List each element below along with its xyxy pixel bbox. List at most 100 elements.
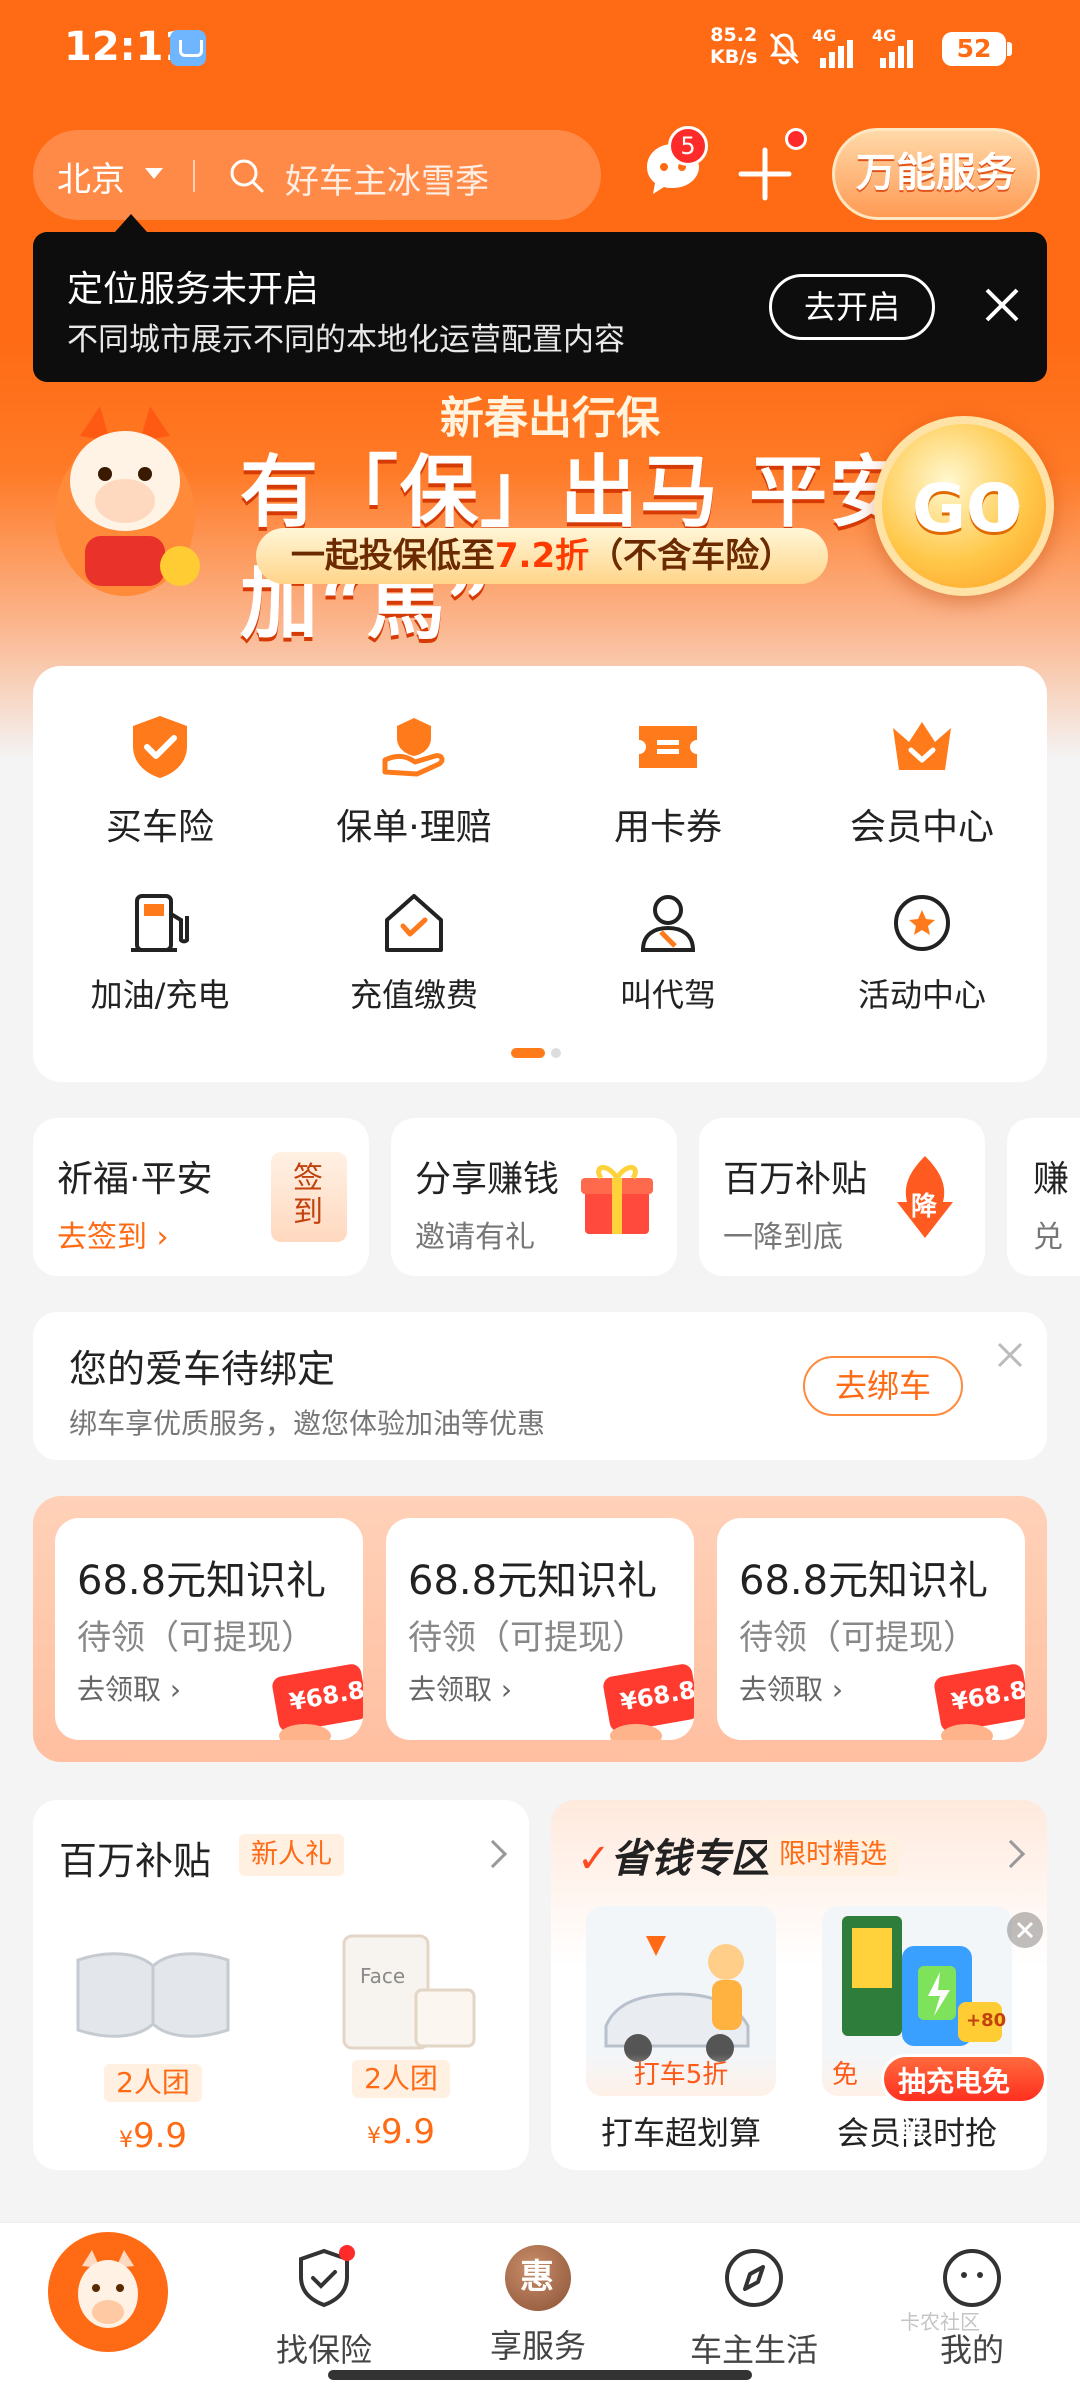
promo-highlight: 7.2折 bbox=[494, 536, 590, 576]
promo-banner[interactable]: 新春出行保 有「保」出马 平安加“馬” 一起投保低至7.2折（不含车险） GO bbox=[0, 382, 1080, 650]
message-button[interactable]: 5 bbox=[638, 126, 708, 204]
bind-car-card: 您的爱车待绑定 绑车享优质服务，邀您体验加油等优惠 去绑车 bbox=[33, 1312, 1047, 1460]
quick-card-subsidy[interactable]: 百万补贴 一降到底 降 bbox=[699, 1118, 985, 1276]
service-designated-driver[interactable]: 叫代驾 bbox=[541, 888, 795, 1016]
service-buy-insurance[interactable]: 买车险 bbox=[33, 712, 287, 850]
tab-label: 享服务 bbox=[489, 2327, 586, 2365]
signal-2-icon: 4G bbox=[872, 26, 920, 68]
play-arrow-icon bbox=[998, 488, 1020, 524]
quick-card-subtitle: 邀请有礼 bbox=[415, 1220, 535, 1255]
reward-card[interactable]: 68.8元知识礼 待领（可提现） 去领取 › ¥68.8 bbox=[55, 1518, 363, 1740]
product-price: ¥9.9 bbox=[366, 2112, 436, 2152]
service-label: 保单·理赔 bbox=[336, 807, 492, 848]
service-policy-claim[interactable]: 保单·理赔 bbox=[287, 712, 541, 850]
universal-service-button[interactable]: 万能服务 bbox=[832, 128, 1040, 220]
red-ticket-icon: ¥68.8 bbox=[927, 1652, 1025, 1740]
mute-bell-icon bbox=[769, 32, 800, 65]
promo-suffix: （不含车险） bbox=[589, 536, 794, 576]
plus-icon bbox=[738, 147, 792, 201]
red-ticket-icon: ¥68.8 bbox=[596, 1652, 694, 1740]
add-button[interactable] bbox=[737, 128, 807, 202]
tab-services[interactable]: 惠 享服务 bbox=[458, 2245, 618, 2367]
tissue-box-image: Face bbox=[316, 1930, 486, 2054]
service-label: 活动中心 bbox=[857, 976, 986, 1014]
bind-car-subtitle: 绑车享优质服务，邀您体验加油等优惠 bbox=[69, 1407, 546, 1440]
shield-check-icon bbox=[299, 2245, 355, 2308]
service-activity-center[interactable]: 活动中心 bbox=[795, 888, 1049, 1016]
bind-car-title: 您的爱车待绑定 bbox=[69, 1347, 336, 1391]
reward-title: 68.8元知识礼 bbox=[739, 1558, 989, 1604]
service-label: 买车险 bbox=[105, 807, 214, 848]
go-button[interactable]: GO bbox=[874, 416, 1054, 596]
quick-card-partial[interactable]: 赚 兑 bbox=[1007, 1118, 1080, 1276]
toast-title: 定位服务未开启 bbox=[67, 269, 320, 310]
sign-in-icon: 签到 bbox=[271, 1152, 347, 1242]
subsidy-card[interactable]: 百万补贴 新人礼 2人团 ¥9.9 Face 2人团 ¥9.9 bbox=[33, 1800, 529, 2170]
reward-card[interactable]: 68.8元知识礼 待领（可提现） 去领取 › ¥68.8 bbox=[717, 1518, 1025, 1740]
service-membership[interactable]: 会员中心 bbox=[795, 712, 1049, 850]
city-selector[interactable]: 北京 bbox=[57, 152, 125, 201]
search-bar[interactable]: 北京 好车主冰雪季 bbox=[33, 130, 601, 220]
savings-zone-card[interactable]: ✓省钱专区 限时精选 打车5折 打车超划算 +80 免 抽充电免单 bbox=[551, 1800, 1047, 2170]
notification-dot bbox=[785, 128, 807, 150]
sunshade-image bbox=[76, 1952, 230, 2038]
product-item[interactable]: Face 2人团 ¥9.9 bbox=[311, 1930, 491, 2152]
house-payment-icon bbox=[385, 894, 443, 952]
fuel-pump-icon bbox=[131, 894, 189, 952]
charge-free-sticker[interactable]: 抽充电免单 bbox=[881, 2054, 1047, 2148]
watermark: 卡农社区 bbox=[900, 2310, 980, 2334]
chevron-right-icon[interactable] bbox=[996, 1839, 1026, 1869]
crown-icon bbox=[893, 722, 951, 770]
horse-logo-icon bbox=[78, 2250, 138, 2328]
promo-prefix: 一起投保低至 bbox=[290, 536, 495, 576]
home-tab-button[interactable] bbox=[48, 2232, 168, 2352]
signal-1-icon: 4G bbox=[812, 26, 860, 68]
star-circle-icon bbox=[894, 895, 950, 951]
product-tag: 2人团 bbox=[352, 2060, 450, 2098]
enable-location-button[interactable]: 去开启 bbox=[769, 274, 935, 340]
bind-car-button[interactable]: 去绑车 bbox=[803, 1356, 963, 1416]
page-indicator bbox=[511, 1048, 561, 1058]
quick-card-title: 祈福·平安 bbox=[57, 1159, 213, 1200]
shopping-bag-icon bbox=[170, 30, 206, 66]
quick-card-subtitle: 一降到底 bbox=[723, 1220, 843, 1255]
quick-card-title: 百万补贴 bbox=[723, 1159, 868, 1200]
reward-title: 68.8元知识礼 bbox=[408, 1558, 658, 1604]
service-recharge-pay[interactable]: 充值缴费 bbox=[287, 888, 541, 1016]
service-label: 用卡券 bbox=[613, 807, 722, 848]
service-label: 充值缴费 bbox=[349, 976, 478, 1014]
savings-tag: 限时精选 bbox=[767, 1834, 899, 1876]
net-speed: 85.2 KB/s bbox=[710, 24, 757, 68]
close-icon[interactable] bbox=[1005, 1910, 1045, 1950]
savings-item-taxi[interactable]: 打车5折 打车超划算 bbox=[581, 1906, 781, 2154]
quick-card-subtitle: 兑 bbox=[1033, 1220, 1063, 1255]
savings-item-label: 打车超划算 bbox=[600, 2114, 761, 2152]
chevron-right-icon[interactable] bbox=[478, 1839, 508, 1869]
reward-title: 68.8元知识礼 bbox=[77, 1558, 327, 1604]
savings-title: ✓省钱专区 bbox=[577, 1836, 771, 1882]
reward-action[interactable]: 去领取 › bbox=[739, 1668, 843, 1708]
message-badge: 5 bbox=[668, 126, 708, 166]
product-tag: 2人团 bbox=[104, 2064, 202, 2102]
quick-card-pray[interactable]: 祈福·平安 去签到 › 签到 bbox=[33, 1118, 369, 1276]
shield-check-icon bbox=[133, 716, 187, 778]
search-icon bbox=[230, 159, 264, 193]
gesture-bar[interactable] bbox=[328, 2370, 752, 2380]
close-icon[interactable] bbox=[977, 280, 1027, 330]
tab-label: 找保险 bbox=[275, 2331, 372, 2369]
tab-find-insurance[interactable]: 找保险 bbox=[244, 2245, 404, 2371]
service-label: 叫代驾 bbox=[619, 976, 716, 1014]
search-input[interactable]: 好车主冰雪季 bbox=[285, 154, 489, 203]
service-fuel-charge[interactable]: 加油/充电 bbox=[33, 888, 287, 1016]
chevron-down-icon[interactable] bbox=[145, 168, 163, 179]
reward-action[interactable]: 去领取 › bbox=[408, 1668, 512, 1708]
reward-card[interactable]: 68.8元知识礼 待领（可提现） 去领取 › ¥68.8 bbox=[386, 1518, 694, 1740]
reward-action[interactable]: 去领取 › bbox=[77, 1668, 181, 1708]
service-coupons[interactable]: 用卡券 bbox=[541, 712, 795, 850]
tab-car-life[interactable]: 车主生活 bbox=[674, 2245, 834, 2371]
coupon-icon bbox=[639, 726, 697, 768]
product-item[interactable]: 2人团 ¥9.9 bbox=[63, 1930, 243, 2156]
quick-card-share[interactable]: 分享赚钱 邀请有礼 bbox=[391, 1118, 677, 1276]
close-icon[interactable] bbox=[995, 1340, 1025, 1370]
battery-icon: 52 bbox=[942, 32, 1012, 66]
